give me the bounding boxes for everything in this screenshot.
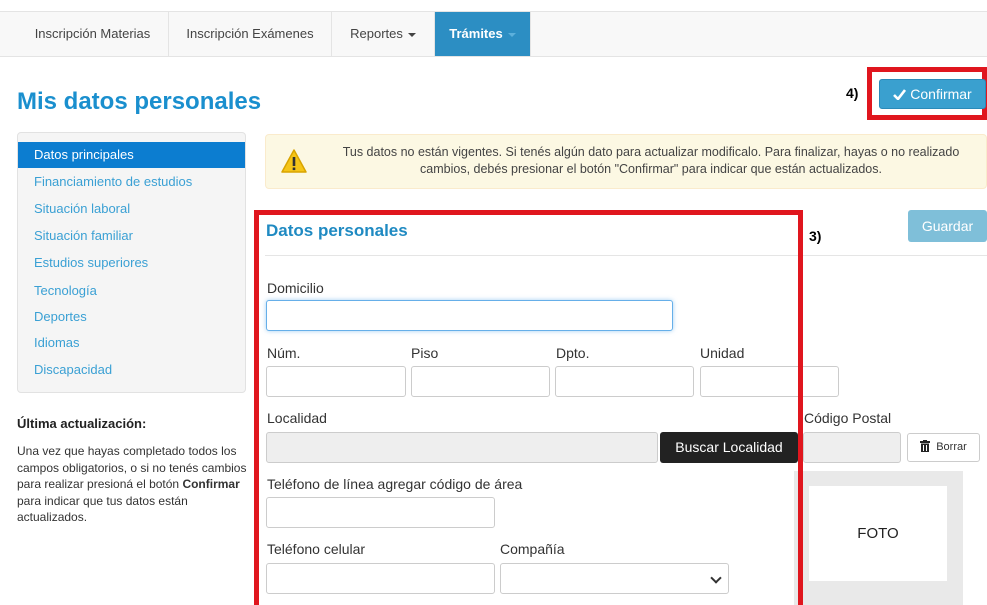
photo-placeholder[interactable]: FOTO — [809, 486, 947, 581]
sidebar-item-estudios-superiores[interactable]: Estudios superiores — [18, 250, 245, 276]
sidebar-item-label: Deportes — [34, 309, 87, 324]
tab-tramites[interactable]: Trámites — [435, 12, 531, 56]
sidebar-item-label: Situación laboral — [34, 201, 131, 216]
sidebar-item-discapacidad[interactable]: Discapacidad — [18, 357, 245, 383]
last-update-title: Última actualización: — [17, 416, 147, 431]
sidebar-item-label: Estudios superiores — [34, 255, 149, 270]
sidebar-item-financiamiento[interactable]: Financiamiento de estudios — [18, 169, 245, 195]
save-button[interactable]: Guardar — [908, 210, 987, 242]
photo-frame: FOTO — [794, 471, 963, 605]
check-icon — [893, 89, 907, 101]
confirm-label: Confirmar — [910, 86, 972, 102]
tab-label: Trámites — [449, 26, 503, 41]
borrar-label: Borrar — [936, 441, 967, 453]
chevron-down-icon — [507, 32, 516, 37]
warning-alert: Tus datos no están vigentes. Si tenés al… — [265, 134, 987, 189]
last-update-text: Una vez que hayas completado todos los c… — [17, 443, 252, 526]
borrar-button[interactable]: Borrar — [907, 433, 980, 462]
warning-icon — [281, 149, 307, 173]
tab-inscripcion-materias[interactable]: Inscripción Materias — [17, 12, 169, 56]
tab-inscripcion-examenes[interactable]: Inscripción Exámenes — [169, 12, 332, 56]
sidebar-item-idiomas[interactable]: Idiomas — [18, 330, 245, 356]
top-navbar: Inscripción Materias Inscripción Exámene… — [0, 11, 987, 57]
sidebar-item-deportes[interactable]: Deportes — [18, 304, 245, 330]
sidebar-item-situacion-laboral[interactable]: Situación laboral — [18, 196, 245, 222]
tab-reportes[interactable]: Reportes — [332, 12, 435, 56]
trash-icon — [920, 440, 931, 452]
tab-label: Inscripción Materias — [34, 26, 151, 41]
codigo-postal-input[interactable] — [803, 432, 901, 463]
sidebar: Datos principales Financiamiento de estu… — [17, 132, 246, 393]
sidebar-item-label: Situación familiar — [34, 228, 133, 243]
sidebar-item-label: Financiamiento de estudios — [34, 174, 193, 189]
tab-label: Reportes — [350, 26, 403, 41]
alert-text: Tus datos no están vigentes. Si tenés al… — [342, 145, 960, 176]
sidebar-item-situacion-familiar[interactable]: Situación familiar — [18, 223, 245, 249]
sidebar-item-label: Idiomas — [34, 335, 80, 350]
chevron-down-icon — [407, 32, 416, 37]
page-title: Mis datos personales — [17, 88, 262, 115]
last-update-text-part: para indicar que tus datos están actuali… — [17, 493, 188, 525]
sidebar-item-label: Tecnología — [34, 283, 97, 298]
tab-label: Inscripción Exámenes — [186, 26, 314, 41]
sidebar-item-datos-principales[interactable]: Datos principales — [18, 142, 245, 168]
sidebar-item-label: Discapacidad — [34, 362, 113, 377]
highlight-box-form — [254, 210, 803, 605]
codigo-postal-label: Código Postal — [804, 410, 892, 426]
sidebar-item-label: Datos principales — [34, 147, 134, 162]
confirm-button[interactable]: Confirmar — [879, 79, 986, 109]
step-4-label: 4) — [846, 85, 859, 101]
sidebar-item-tecnologia[interactable]: Tecnología — [18, 278, 245, 304]
last-update-bold: Confirmar — [182, 477, 240, 491]
step-3-label: 3) — [809, 228, 822, 244]
